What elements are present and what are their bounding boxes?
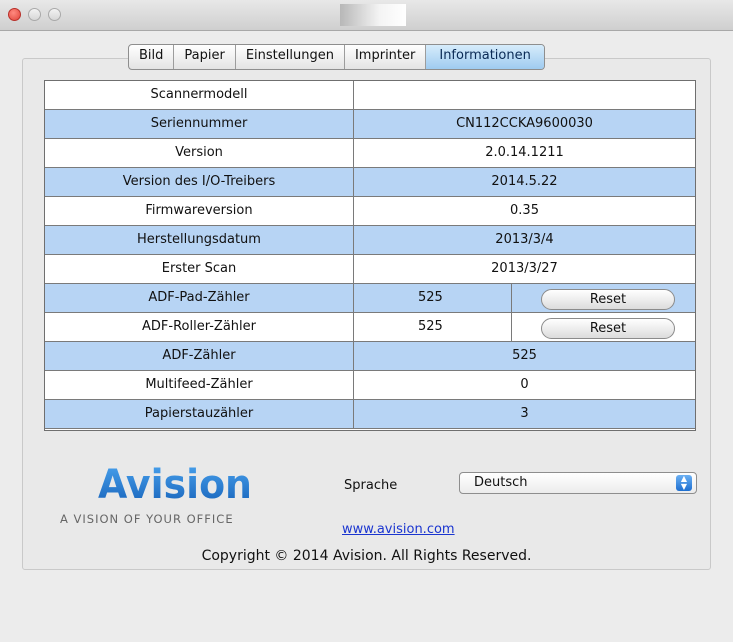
- avision-logo-graphic: Avision: [98, 462, 252, 508]
- table-row-version: Version 2.0.14.1211: [45, 139, 695, 168]
- table-row-adf-pad-zaehler: ADF-Pad-Zähler 525 Reset: [45, 284, 695, 313]
- brand-tagline: A VISION OF YOUR OFFICE: [60, 512, 234, 526]
- row-label: Erster Scan: [45, 255, 354, 283]
- table-row-scannermodell: Scannermodell: [45, 81, 695, 110]
- language-label: Sprache: [344, 478, 398, 493]
- row-value: 525: [354, 284, 512, 312]
- row-value: 0: [520, 377, 529, 392]
- svg-text:Avision: Avision: [98, 462, 252, 508]
- scanner-info-table: Scannermodell Seriennummer CN112CCKA9600…: [44, 80, 696, 431]
- table-row-papierstauzaehler: Papierstauzähler 3: [45, 400, 695, 429]
- row-label: Seriennummer: [45, 110, 354, 138]
- row-label: Multifeed-Zähler: [45, 371, 354, 399]
- tab-einstellungen[interactable]: Einstellungen: [236, 45, 345, 69]
- language-select[interactable]: Deutsch ▲ ▼: [459, 472, 697, 494]
- row-label: Firmwareversion: [45, 197, 354, 225]
- row-value: 525: [512, 348, 537, 363]
- reset-roller-counter-button[interactable]: Reset: [541, 318, 675, 339]
- tab-informationen[interactable]: Informationen: [426, 45, 544, 69]
- row-value: 2014.5.22: [491, 174, 558, 189]
- row-value: 2013/3/27: [491, 261, 558, 276]
- row-value: 525: [354, 313, 512, 341]
- avision-logo: Avision: [96, 454, 256, 510]
- table-row-herstellungsdatum: Herstellungsdatum 2013/3/4: [45, 226, 695, 255]
- row-label: ADF-Roller-Zähler: [45, 313, 354, 341]
- minimize-window-button[interactable]: [28, 8, 41, 21]
- zoom-window-button[interactable]: [48, 8, 61, 21]
- row-label: Scannermodell: [45, 81, 354, 109]
- row-value: 2013/3/4: [495, 232, 554, 247]
- table-row-firmwareversion: Firmwareversion 0.35: [45, 197, 695, 226]
- row-value: 3: [520, 406, 529, 421]
- tab-papier[interactable]: Papier: [174, 45, 236, 69]
- row-label: ADF-Zähler: [45, 342, 354, 370]
- tab-bild[interactable]: Bild: [129, 45, 175, 69]
- tab-imprinter[interactable]: Imprinter: [345, 45, 427, 69]
- table-row-adf-zaehler: ADF-Zähler 525: [45, 342, 695, 371]
- table-row-adf-roller-zaehler: ADF-Roller-Zähler 525 Reset: [45, 313, 695, 342]
- updown-arrows-icon: ▲ ▼: [676, 475, 692, 491]
- copyright-text: Copyright © 2014 Avision. All Rights Res…: [201, 548, 532, 564]
- row-label: ADF-Pad-Zähler: [45, 284, 354, 312]
- row-value: 2.0.14.1211: [485, 145, 564, 160]
- row-label: Version des I/O-Treibers: [45, 168, 354, 196]
- table-row-seriennummer: Seriennummer CN112CCKA9600030: [45, 110, 695, 139]
- language-selected-value: Deutsch: [474, 475, 528, 490]
- row-value: CN112CCKA9600030: [456, 116, 593, 131]
- title-thumbnail: [340, 4, 406, 26]
- row-label: Version: [45, 139, 354, 167]
- close-window-button[interactable]: [8, 8, 21, 21]
- table-row-multifeed-zaehler: Multifeed-Zähler 0: [45, 371, 695, 400]
- row-label: Herstellungsdatum: [45, 226, 354, 254]
- website-link[interactable]: www.avision.com: [342, 522, 455, 537]
- row-value: 0.35: [510, 203, 539, 218]
- table-row-io-treiber: Version des I/O-Treibers 2014.5.22: [45, 168, 695, 197]
- tab-bar: Bild Papier Einstellungen Imprinter Info…: [128, 44, 545, 70]
- reset-pad-counter-button[interactable]: Reset: [541, 289, 675, 310]
- row-value: [354, 81, 695, 109]
- row-label: Papierstauzähler: [45, 400, 354, 428]
- table-row-erster-scan: Erster Scan 2013/3/27: [45, 255, 695, 284]
- title-bar: [0, 0, 733, 31]
